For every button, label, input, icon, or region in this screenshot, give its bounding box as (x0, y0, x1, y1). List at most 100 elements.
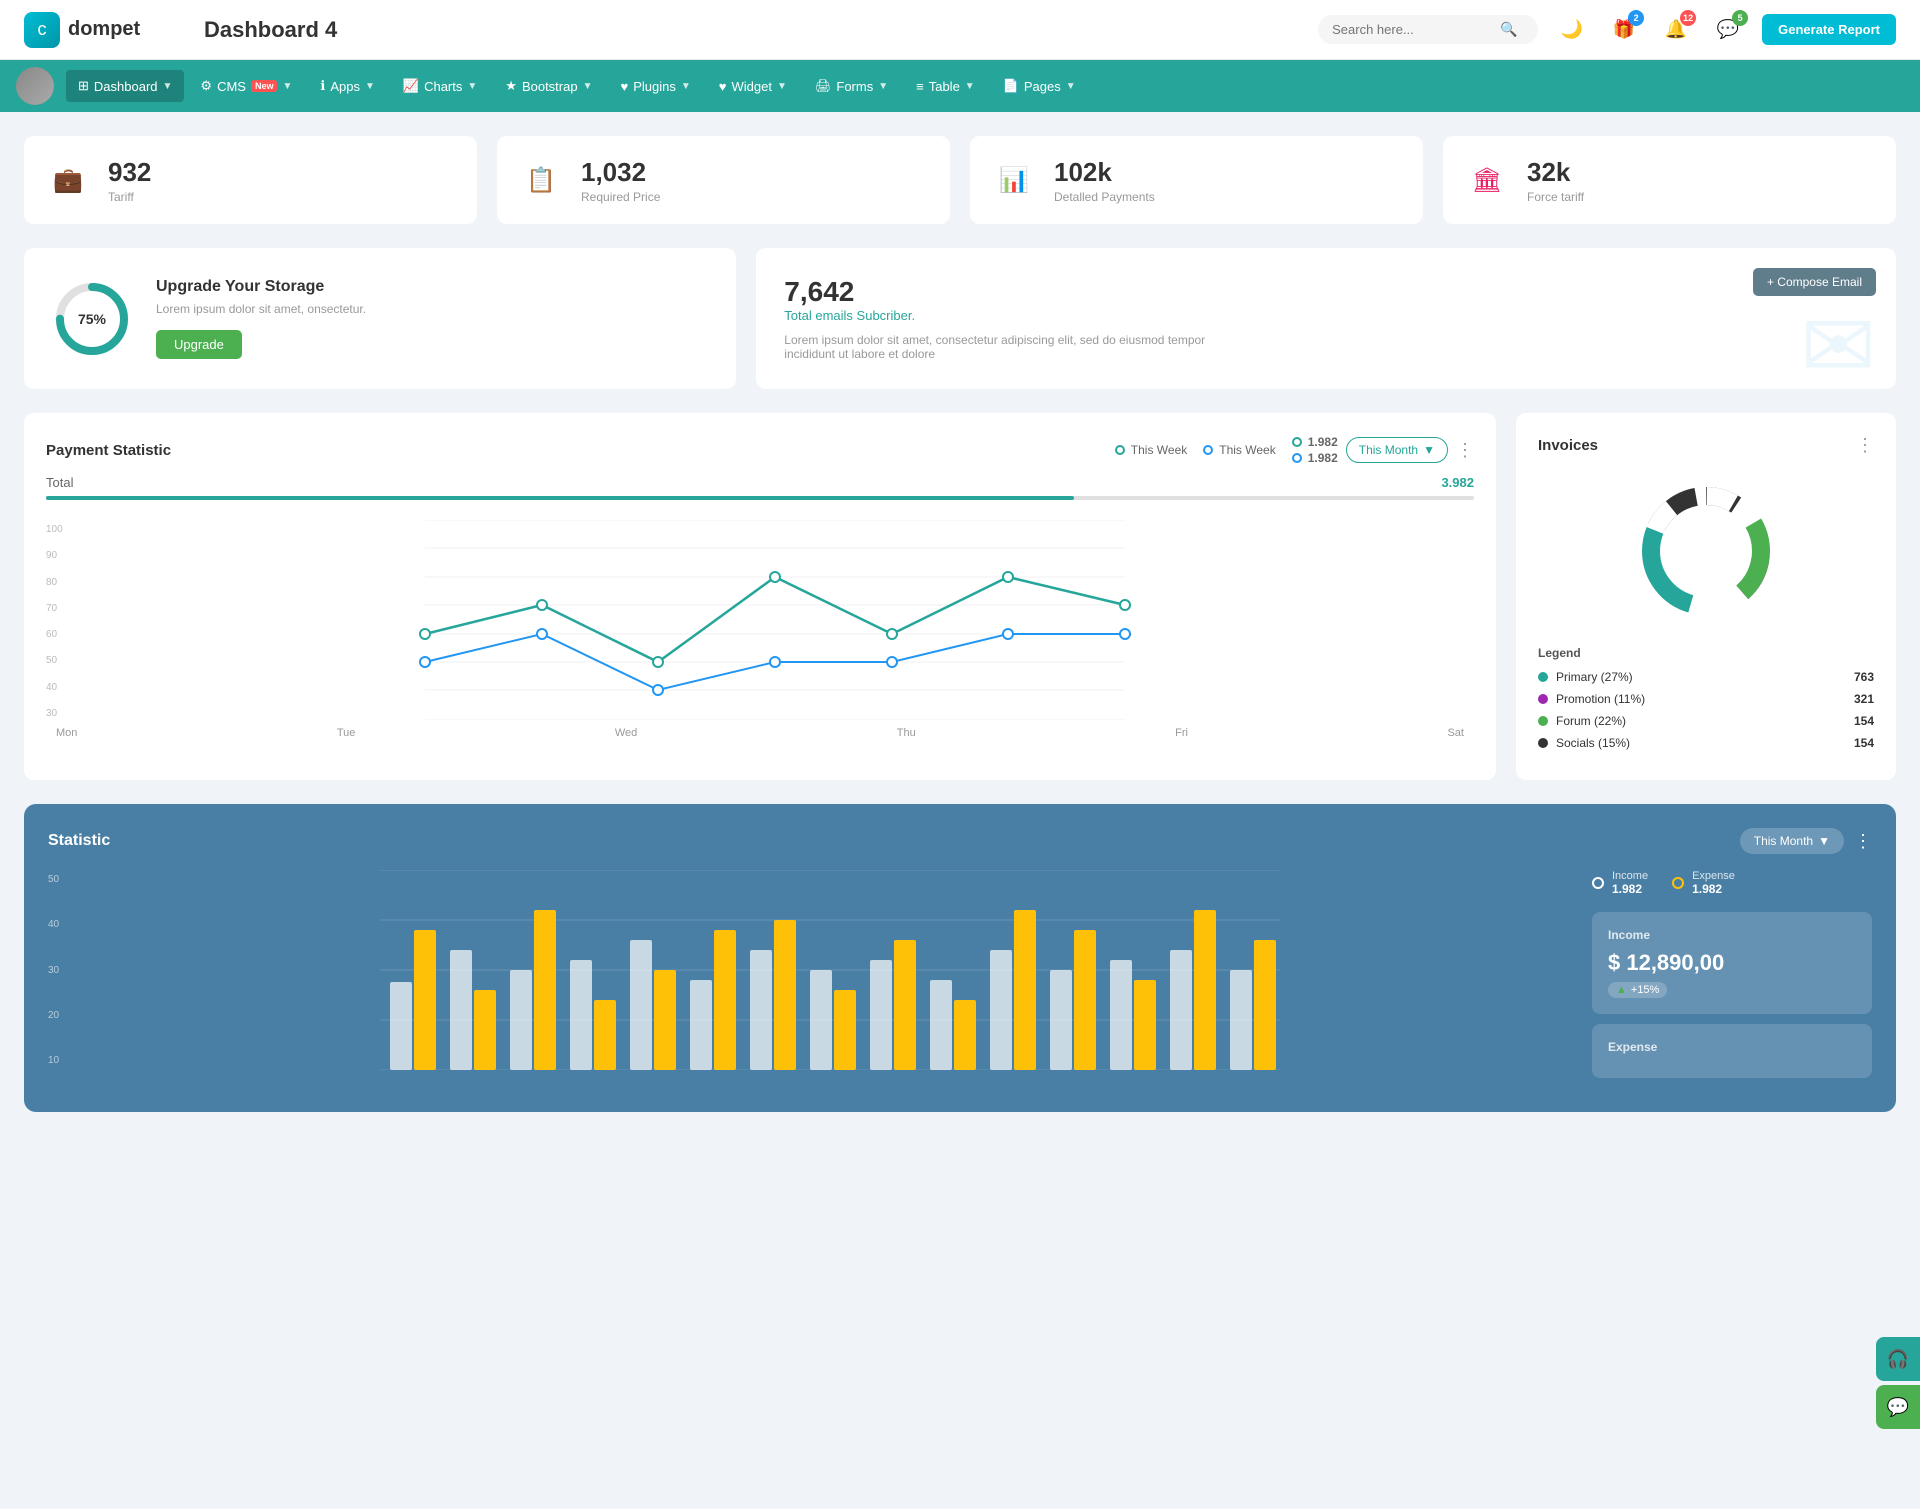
nav-item-forms[interactable]: 🖨 Forms ▼ (803, 70, 900, 102)
income-card: Income $ 12,890,00 ▲ +15% (1592, 912, 1872, 1014)
gift-badge: 2 (1628, 10, 1644, 26)
legend-primary-dot (1538, 672, 1548, 682)
y-stat-20: 20 (48, 1010, 59, 1021)
nav-item-plugins[interactable]: ♥ Plugins ▼ (609, 71, 703, 102)
logo: c dompet (24, 12, 184, 48)
invoices-more-button[interactable]: ⋮ (1856, 435, 1874, 456)
statistic-bar-chart (68, 870, 1592, 1070)
total-bar (46, 496, 1474, 500)
floating-buttons: 🎧 💬 (1876, 1337, 1920, 1429)
nav-item-widget[interactable]: ♥ Widget ▼ (707, 71, 799, 102)
nav-cms-label: CMS (217, 79, 246, 94)
storage-card: 75% Upgrade Your Storage Lorem ipsum dol… (24, 248, 736, 389)
force-tariff-icon: 🏛 (1463, 156, 1511, 204)
y-axis: 100 90 80 70 60 50 40 30 (46, 520, 63, 723)
email-bg-icon: ✉ (1801, 294, 1876, 389)
nav-item-bootstrap[interactable]: ★ Bootstrap ▼ (493, 70, 604, 102)
nav-apps-label: Apps (330, 79, 360, 94)
payment-title: Payment Statistic (46, 442, 171, 459)
filter-value-1: 1.982 (1292, 435, 1338, 449)
chevron-down-icon-pages: ▼ (1066, 81, 1076, 92)
headset-icon: 🎧 (1887, 1349, 1909, 1370)
logo-text: dompet (68, 18, 140, 41)
gift-btn[interactable]: 🎁 2 (1606, 12, 1642, 48)
charts-row: Payment Statistic This Week This Week (24, 413, 1896, 780)
pages-icon: 📄 (1003, 78, 1019, 94)
income-dot-white (1592, 877, 1604, 889)
expense-card-title: Expense (1608, 1040, 1856, 1054)
legend-primary-value: 763 (1854, 670, 1874, 684)
nav-item-dashboard[interactable]: ⊞ Dashboard ▼ (66, 70, 184, 102)
expense-legend-value: 1.982 (1692, 882, 1735, 896)
forms-icon: 🖨 (815, 78, 832, 94)
bell-badge: 12 (1680, 10, 1696, 26)
income-badge-value: +15% (1631, 984, 1659, 996)
force-tariff-value: 32k (1527, 157, 1584, 188)
nav-item-cms[interactable]: ⚙ CMS New ▼ (188, 70, 304, 102)
stat-card-force-tariff: 🏛 32k Force tariff (1443, 136, 1896, 224)
legend-socials-label: Socials (15%) (1556, 736, 1630, 750)
legend-forum-dot (1538, 716, 1548, 726)
charts-icon: 📈 (403, 78, 419, 94)
storage-percent: 75% (78, 311, 106, 327)
legend-socials-value: 154 (1854, 736, 1874, 750)
more-options-button[interactable]: ⋮ (1456, 440, 1474, 461)
legend-forum-value: 154 (1854, 714, 1874, 728)
middle-row: 75% Upgrade Your Storage Lorem ipsum dol… (24, 248, 1896, 389)
statistic-more-button[interactable]: ⋮ (1854, 831, 1872, 852)
legend-socials-left: Socials (15%) (1538, 736, 1630, 750)
dashboard-icon: ⊞ (78, 78, 89, 94)
search-input[interactable] (1332, 22, 1492, 37)
float-support-button[interactable]: 🎧 (1876, 1337, 1920, 1381)
legend-primary-left: Primary (27%) (1538, 670, 1633, 684)
this-month-button[interactable]: This Month ▼ (1346, 437, 1448, 463)
compose-email-button[interactable]: + Compose Email (1753, 268, 1876, 296)
tariff-value: 932 (108, 157, 151, 188)
nav-bootstrap-label: Bootstrap (522, 79, 578, 94)
required-price-value: 1,032 (581, 157, 660, 188)
statistic-header: Statistic This Month ▼ ⋮ (48, 828, 1872, 854)
storage-desc: Lorem ipsum dolor sit amet, onsectetur. (156, 302, 366, 316)
chevron-down-icon-charts: ▼ (467, 81, 477, 92)
chevron-down-icon-table: ▼ (965, 81, 975, 92)
nav-item-pages[interactable]: 📄 Pages ▼ (991, 70, 1088, 102)
bell-btn[interactable]: 🔔 12 (1658, 12, 1694, 48)
legend-item-socials: Socials (15%) 154 (1538, 736, 1874, 750)
chevron-down-icon-plugins: ▼ (681, 81, 691, 92)
expense-card: Expense (1592, 1024, 1872, 1078)
chevron-down-icon: ▼ (163, 81, 173, 92)
moon-btn[interactable]: 🌙 (1554, 12, 1590, 48)
nav-item-charts[interactable]: 📈 Charts ▼ (391, 70, 489, 102)
filter2-label: This Week (1219, 443, 1275, 457)
nav-item-table[interactable]: ≡ Table ▼ (904, 71, 987, 102)
payment-header: Payment Statistic This Week This Week (46, 435, 1474, 465)
nav-widget-label: Widget (731, 79, 771, 94)
upgrade-button[interactable]: Upgrade (156, 330, 242, 359)
nav-dashboard-label: Dashboard (94, 79, 158, 94)
stat-card-tariff: 💼 932 Tariff (24, 136, 477, 224)
filter-val-dot-blue (1292, 453, 1302, 463)
income-label: Income (1612, 870, 1648, 882)
chat-btn[interactable]: 💬 5 (1710, 12, 1746, 48)
search-icon: 🔍 (1500, 21, 1517, 38)
chart-x-labels: Mon Tue Wed Thu Fri Sat (46, 727, 1474, 739)
total-value: 3.982 (1441, 475, 1474, 490)
statistic-this-month-button[interactable]: This Month ▼ (1740, 828, 1844, 854)
income-legend: Income 1.982 Expense 1.982 (1592, 870, 1872, 896)
chevron-down-icon-statistic: ▼ (1818, 834, 1830, 848)
nav-plugins-label: Plugins (633, 79, 676, 94)
float-chat-button[interactable]: 💬 (1876, 1385, 1920, 1429)
email-desc: Lorem ipsum dolor sit amet, consectetur … (784, 333, 1244, 361)
legend-forum-label: Forum (22%) (1556, 714, 1626, 728)
filter-dot-teal (1115, 445, 1125, 455)
search-bar: 🔍 (1318, 15, 1538, 44)
y-stat-10: 10 (48, 1055, 59, 1066)
bootstrap-icon: ★ (505, 78, 517, 94)
legend-promotion-dot (1538, 694, 1548, 704)
payment-card: Payment Statistic This Week This Week (24, 413, 1496, 780)
statistic-charts: 50 40 30 20 10 (48, 870, 1872, 1088)
legend-section: Legend Primary (27%) 763 Promotion (11%)… (1538, 646, 1874, 750)
generate-report-button[interactable]: Generate Report (1762, 14, 1896, 45)
nav-item-apps[interactable]: ℹ Apps ▼ (308, 70, 387, 102)
legend-primary-label: Primary (27%) (1556, 670, 1633, 684)
